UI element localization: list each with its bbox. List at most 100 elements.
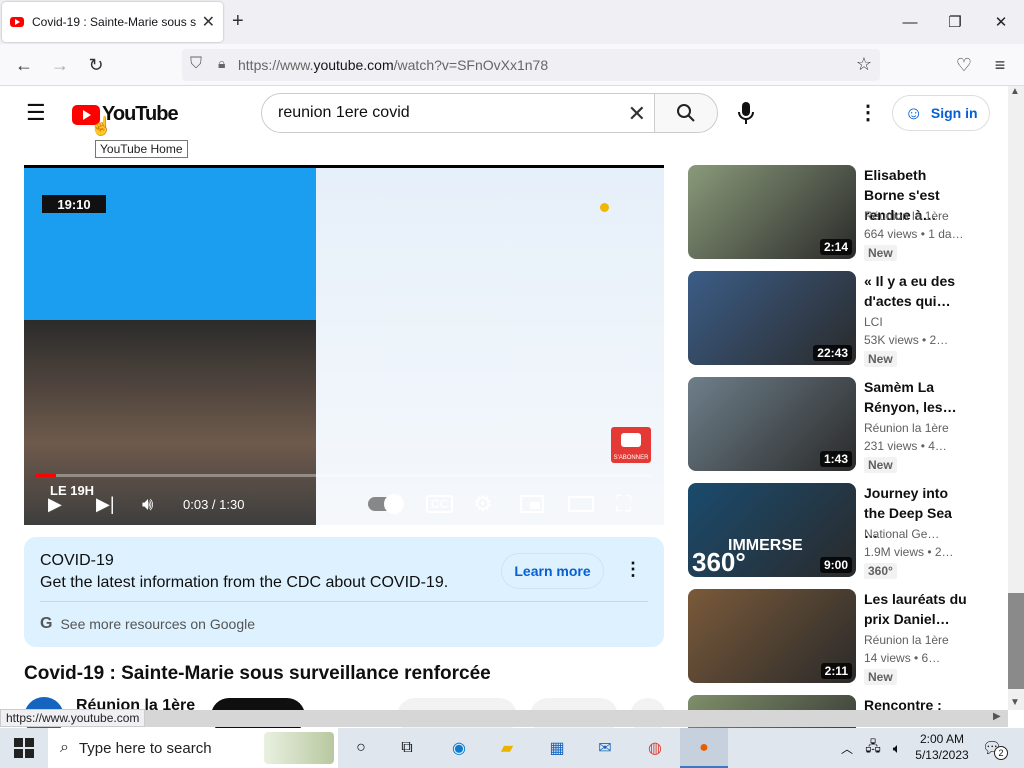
pocket-icon[interactable]: ♡ [952, 53, 976, 77]
related-video-item[interactable]: IMMERSE 360° 9:00 Journey into the Deep Sea… [688, 483, 988, 579]
video-thumbnail[interactable]: 2:14 [688, 165, 856, 259]
player-controls: ▶ ▶| 🔊︎ 0:03 / 1:30 CC ⚙ ⛶ [24, 483, 664, 525]
task-view-icon[interactable]: ⧉ [394, 736, 420, 760]
taskbar-search[interactable]: ⌕ Type here to search [48, 728, 338, 768]
edge-icon[interactable]: ◉ [446, 736, 472, 760]
volume-icon[interactable]: 🔊︎ [142, 483, 153, 525]
related-video-title[interactable]: Les lauréats du prix Daniel… [864, 589, 968, 629]
microphone-icon[interactable] [736, 100, 756, 126]
related-views: 1.9M views • 2… [864, 545, 954, 559]
learn-more-button[interactable]: Learn more [501, 553, 604, 589]
clock-date: 5/13/2023 [915, 748, 969, 762]
scrollbar-thumb[interactable] [1008, 593, 1024, 689]
youtube-logo[interactable]: YouTube [72, 103, 179, 126]
theater-mode-icon[interactable] [568, 483, 594, 525]
shield-icon[interactable]: ⛉ [190, 55, 202, 73]
chrome-icon[interactable]: ◍ [642, 736, 668, 760]
related-views: 664 views • 1 da… [864, 227, 964, 241]
duration-badge: 1:43 [819, 451, 852, 467]
autoplay-toggle-icon[interactable] [368, 483, 404, 525]
scroll-right-icon[interactable]: ▶ [993, 711, 1001, 722]
time-display: 0:03 / 1:30 [183, 496, 245, 512]
lock-icon[interactable]: 🔒︎ [218, 55, 225, 72]
hamburger-menu-icon[interactable]: ☰ [26, 100, 46, 126]
settings-gear-icon[interactable]: ⚙ [473, 483, 493, 525]
related-badge: New [864, 351, 897, 367]
firefox-icon[interactable]: ● [691, 736, 717, 760]
more-options-icon[interactable]: ⋮ [858, 100, 878, 125]
related-views: 53K views • 2… [864, 333, 949, 347]
show-hidden-icons-icon[interactable]: ︿ [834, 736, 860, 760]
video-thumbnail[interactable]: 2:11 [688, 589, 856, 683]
subscribe-watermark[interactable]: S'ABONNER [611, 427, 651, 463]
divider [40, 601, 648, 602]
reload-icon[interactable]: ↻ [84, 53, 108, 77]
related-video-item[interactable]: 2:14 Elisabeth Borne s'est rendue à… Réuni… [688, 165, 988, 261]
cortana-icon[interactable]: ○ [348, 736, 374, 760]
browser-tab[interactable]: Covid-19 : Sainte-Marie sous surveillanc… [2, 2, 223, 42]
play-icon[interactable]: ▶ [48, 483, 62, 525]
horizontal-scrollbar[interactable] [0, 710, 1008, 727]
restore-icon[interactable]: ❐ [940, 8, 970, 36]
browser-tab-bar: Covid-19 : Sainte-Marie sous surveillanc… [0, 0, 1024, 44]
taskbar-clock[interactable]: 2:00 AM 5/13/2023 [912, 731, 972, 763]
related-video-item[interactable]: 2:11 Les lauréats du prix Daniel… Réunion … [688, 589, 988, 685]
related-video-item[interactable]: 1:43 Samèm La Rényon, les… Réunion la 1ère… [688, 377, 988, 473]
status-url: https://www.youtube.com [0, 709, 146, 727]
volume-tray-icon[interactable]: 🔈︎ [884, 736, 910, 760]
notification-count: 2 [994, 746, 1008, 760]
video-thumbnail[interactable]: 1:43 [688, 377, 856, 471]
covid-info-panel: COVID-19 Get the latest information from… [24, 537, 664, 647]
back-icon[interactable]: ← [12, 53, 36, 77]
google-icon: G [40, 615, 53, 632]
next-icon[interactable]: ▶| [96, 483, 115, 525]
search-value: reunion 1ere covid [278, 104, 410, 121]
bookmark-star-icon[interactable]: ☆ [856, 54, 872, 75]
scroll-up-icon[interactable]: ▲ [1010, 86, 1020, 97]
search-input[interactable]: reunion 1ere covid ✕ [261, 93, 655, 133]
new-tab-icon[interactable]: + [232, 10, 244, 33]
mail-icon[interactable]: ✉ [592, 736, 618, 760]
see-more-resources-link[interactable]: G See more resources on Google [40, 615, 255, 633]
file-explorer-icon[interactable]: ▰ [494, 736, 520, 760]
fullscreen-icon[interactable]: ⛶ [616, 483, 631, 525]
progress-bar[interactable] [36, 474, 652, 477]
related-badge: New [864, 245, 897, 261]
related-video-title[interactable]: « Il y a eu des d'actes qui… [864, 271, 968, 311]
captions-icon[interactable]: CC [426, 483, 454, 525]
scroll-down-icon[interactable]: ▼ [1010, 697, 1020, 708]
url-text: https://www.youtube.com/watch?v=SFnOvXx1… [238, 57, 549, 73]
clock-time: 2:00 AM [919, 732, 965, 746]
related-channel: Réunion la 1ère [864, 209, 949, 223]
video-frame-right [316, 168, 664, 525]
url-bar[interactable]: ⛉ 🔒︎ https://www.youtube.com/watch?v=SFn… [182, 49, 880, 81]
logo-tooltip: YouTube Home [95, 140, 188, 158]
duration-badge: 2:11 [820, 663, 852, 679]
close-tab-icon[interactable]: ✕ [202, 12, 215, 32]
close-window-icon[interactable]: ✕ [986, 8, 1016, 36]
sign-in-button[interactable]: ☺ Sign in [892, 95, 990, 131]
minimize-icon[interactable]: — [895, 8, 925, 36]
covid-more-icon[interactable]: ⋮ [624, 559, 642, 580]
sign-in-label: Sign in [930, 105, 978, 121]
clear-search-icon[interactable]: ✕ [628, 101, 646, 127]
menu-icon[interactable]: ≡ [988, 53, 1012, 77]
tab-title: Covid-19 : Sainte-Marie sous surveillanc… [32, 15, 196, 29]
video-thumbnail[interactable]: IMMERSE 360° 9:00 [688, 483, 856, 577]
store-icon[interactable]: ▦ [544, 736, 570, 760]
miniplayer-icon[interactable] [520, 483, 544, 525]
related-channel: Réunion la 1ère [864, 421, 949, 435]
hand-cursor-icon: ☝ [90, 116, 113, 136]
network-icon[interactable]: 🖧︎ [860, 736, 886, 760]
duration-badge: 9:00 [819, 557, 852, 573]
video-title: Covid-19 : Sainte-Marie sous surveillanc… [24, 663, 491, 684]
windows-start-icon[interactable] [14, 738, 34, 758]
video-thumbnail[interactable]: 22:43 [688, 271, 856, 365]
forward-icon[interactable]: → [48, 53, 72, 77]
related-channel: LCI [864, 315, 883, 329]
related-video-title[interactable]: Samèm La Rényon, les… [864, 377, 968, 417]
video-player[interactable]: 19:10 LE 19H S'ABONNER ▶ ▶| 🔊︎ 0:03 / 1:… [24, 165, 664, 525]
search-button[interactable] [654, 93, 718, 133]
related-channel: National Ge… [864, 527, 940, 541]
related-video-item[interactable]: 22:43 « Il y a eu des d'actes qui… LCI 53K … [688, 271, 988, 367]
